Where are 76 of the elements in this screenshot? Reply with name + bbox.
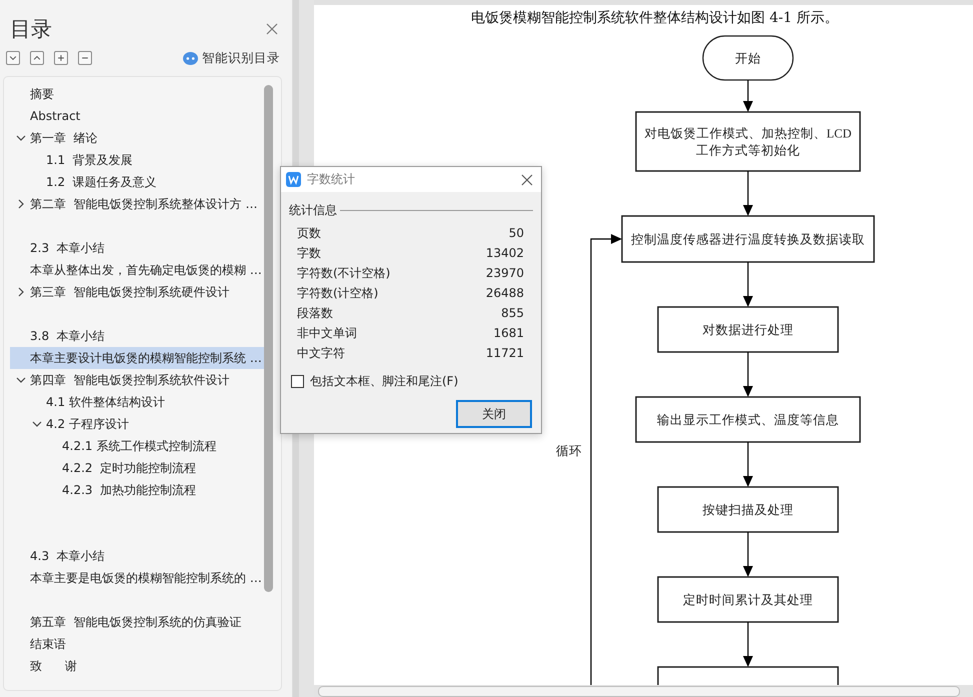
node-label: 按键扫描及处理 [702, 503, 794, 517]
toc-item[interactable]: 本章主要是电饭煲的模糊智能控制系统的 … [10, 567, 264, 589]
toc-item[interactable]: 结束语 [10, 633, 264, 655]
toc-item[interactable]: 第四章 智能电饭煲控制系统软件设计 [10, 369, 264, 391]
stat-label: 中文字符 [297, 344, 345, 362]
stat-label: 非中文单词 [297, 324, 357, 342]
arrow [743, 442, 753, 487]
close-icon[interactable] [266, 23, 278, 35]
collapse-button[interactable] [30, 51, 44, 65]
toc-item[interactable]: 4.2 子程序设计 [10, 413, 264, 435]
toc-item[interactable]: 本章从整体出发，首先确定电饭煲的模糊 … [10, 259, 264, 281]
toc-item[interactable]: 本章主要设计电饭煲的模糊智能控制系统 … [10, 347, 264, 369]
toc-item[interactable]: 3.8 本章小结 [10, 325, 264, 347]
node-label: 输出显示工作模式、温度等信息 [657, 413, 839, 427]
node-label: 工作方式等初始化 [696, 144, 800, 158]
chevron-down-icon[interactable] [16, 375, 26, 385]
node-label: 开始 [735, 52, 761, 66]
plus-button[interactable] [54, 51, 68, 65]
app-icon [286, 172, 301, 187]
stat-value: 11721 [486, 346, 524, 360]
stat-value: 23970 [486, 266, 524, 280]
expand-button[interactable] [6, 51, 20, 65]
toc-item[interactable]: 1.1 背景及发展 [10, 149, 264, 171]
scrollbar-thumb[interactable] [264, 85, 273, 592]
node-label: 对数据进行处理 [702, 323, 794, 337]
toc-item[interactable]: 第一章 绪论 [10, 127, 264, 149]
arrow [743, 352, 753, 397]
toc-item[interactable]: 第五章 智能电饭煲控制系统的仿真验证 [10, 611, 264, 633]
arrow [743, 532, 753, 577]
chevron-down-icon[interactable] [16, 133, 26, 143]
toc-item[interactable]: Abstract [10, 105, 264, 127]
minus-button[interactable] [78, 51, 92, 65]
chevron-down-icon[interactable] [32, 419, 42, 429]
toc-item[interactable]: 4.2.2 定时功能控制流程 [10, 457, 264, 479]
toc-item[interactable]: 2.3 本章小结 [10, 237, 264, 259]
toc-item[interactable]: 第三章 智能电饭煲控制系统硬件设计 [10, 281, 264, 303]
toc-item[interactable]: 4.2.3 加热功能控制流程 [10, 479, 264, 501]
stat-label: 段落数 [297, 304, 333, 322]
node-label: 定时时间累计及其处理 [683, 593, 813, 607]
node-label: 对电饭煲工作模式、加热控制、LCD [644, 126, 852, 140]
dialog-title: 字数统计 [307, 171, 355, 188]
stat-value: 50 [508, 226, 524, 240]
arrow [743, 171, 753, 216]
toc-item[interactable]: 1.2 课题任务及意义 [10, 171, 264, 193]
arrow [743, 262, 753, 307]
stat-value: 13402 [486, 246, 524, 260]
stat-label: 页数 [297, 224, 321, 242]
stat-label: 字数 [297, 244, 321, 262]
toc-item[interactable]: 4.2.1 系统工作模式控制流程 [10, 435, 264, 457]
toc-item[interactable]: 4.1 软件整体结构设计 [10, 391, 264, 413]
arrow [743, 80, 753, 112]
node-label: 控制温度传感器进行温度转换及数据读取 [631, 232, 865, 246]
toc-item[interactable]: 致 谢 [10, 655, 264, 677]
stat-label: 字符数(不计空格) [297, 264, 390, 282]
stat-label: 字符数(计空格) [297, 284, 378, 302]
checkbox-label: 包括文本框、脚注和尾注(F) [310, 373, 458, 390]
close-button[interactable]: 关闭 [456, 400, 532, 428]
section-label: 统计信息 [289, 202, 337, 219]
scrollbar-thumb[interactable] [318, 686, 960, 696]
stat-value: 1681 [493, 326, 524, 340]
arrow [743, 622, 753, 667]
plus-icon [56, 53, 66, 63]
checkbox[interactable] [291, 375, 304, 388]
toc-item[interactable]: 摘要 [10, 83, 264, 105]
stat-value: 26488 [486, 286, 524, 300]
robot-icon [183, 52, 198, 64]
loop-label: 循环 [556, 444, 582, 458]
toc-item[interactable]: 4.3 本章小结 [10, 545, 264, 567]
chevron-right-icon[interactable] [16, 199, 26, 209]
sidebar-title: 目录 [10, 16, 52, 43]
stat-value: 855 [501, 306, 524, 320]
close-button[interactable] [521, 174, 533, 186]
smart-toc-button[interactable]: 智能识别目录 [183, 50, 280, 66]
chevron-right-icon[interactable] [16, 287, 26, 297]
toc-item[interactable]: 第二章 智能电饭煲控制系统整体设计方 … [10, 193, 264, 215]
document-text: 电饭煲模糊智能控制系统软件整体结构设计如图 4-1 所示。 [470, 8, 840, 28]
